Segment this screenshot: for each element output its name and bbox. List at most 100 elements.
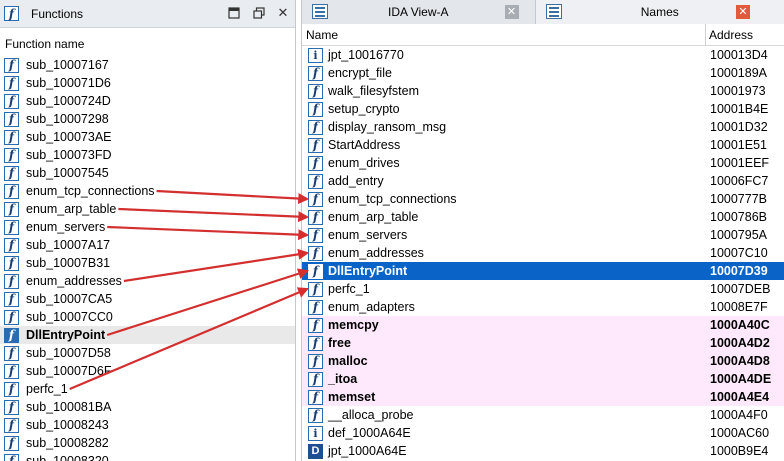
- function-list-item[interactable]: f sub_100081BA: [0, 398, 295, 416]
- float-icon[interactable]: [251, 5, 267, 21]
- names-list-row[interactable]: f memcpy 1000A40C: [302, 316, 784, 334]
- function-icon: f: [4, 345, 19, 361]
- function-name: sub_10007CA5: [26, 292, 113, 306]
- close-icon[interactable]: ✕: [275, 5, 291, 21]
- function-list-item[interactable]: f enum_servers: [0, 218, 295, 236]
- function-list-item[interactable]: f sub_100073AE: [0, 128, 295, 146]
- function-icon: f: [4, 327, 19, 343]
- function-list-item[interactable]: f enum_arp_table: [0, 200, 295, 218]
- names-row-address: 1000A4D8: [710, 354, 770, 368]
- names-list-row[interactable]: f enum_servers 1000795A: [302, 226, 784, 244]
- names-list-row[interactable]: f enum_arp_table 1000786B: [302, 208, 784, 226]
- names-list-row[interactable]: f enum_addresses 10007C10: [302, 244, 784, 262]
- names-list-row[interactable]: f add_entry 10006FC7: [302, 172, 784, 190]
- function-list-item[interactable]: f sub_10007D58: [0, 344, 295, 362]
- names-list-row[interactable]: Djpt_1000A64E 1000B9E4: [302, 442, 784, 460]
- window-restore-icon[interactable]: [226, 5, 242, 21]
- names-list-row[interactable]: f StartAddress 10001E51: [302, 136, 784, 154]
- names-table-header: Name Address: [302, 24, 784, 46]
- function-list-item[interactable]: f sub_10008243: [0, 416, 295, 434]
- function-list-item[interactable]: f sub_100073FD: [0, 146, 295, 164]
- names-row-address: 1000189A: [710, 66, 768, 80]
- names-row-address: 10007D39: [710, 264, 768, 278]
- names-list-row[interactable]: f display_ransom_msg 10001D32: [302, 118, 784, 136]
- function-name: sub_10008282: [26, 436, 109, 450]
- names-list-row[interactable]: f perfc_1 10007DEB: [302, 280, 784, 298]
- names-list-row[interactable]: i def_1000A64E 1000AC60: [302, 424, 784, 442]
- function-icon: f: [4, 165, 19, 181]
- function-icon: f: [308, 173, 323, 189]
- data-icon: D: [308, 443, 323, 459]
- function-list-item[interactable]: f sub_10007CA5: [0, 290, 295, 308]
- function-icon: f: [308, 209, 323, 225]
- function-icon: f: [4, 6, 19, 21]
- function-icon: f: [308, 353, 323, 369]
- function-list-item[interactable]: f sub_10007CC0: [0, 308, 295, 326]
- column-divider[interactable]: [705, 24, 706, 46]
- function-name: sub_10007A17: [26, 238, 111, 252]
- names-list-row[interactable]: f encrypt_file 1000189A: [302, 64, 784, 82]
- function-name: sub_100071D6: [26, 76, 111, 90]
- names-row-name: enum_arp_table: [328, 210, 419, 224]
- function-list-item[interactable]: f DllEntryPoint: [0, 326, 295, 344]
- names-row-name: setup_crypto: [328, 102, 400, 116]
- function-name: sub_10007D58: [26, 346, 111, 360]
- tab-names[interactable]: Names ✕: [535, 0, 784, 24]
- function-name: sub_10007D6F: [26, 364, 112, 378]
- names-list-row[interactable]: i jpt_10016770 100013D4: [302, 46, 784, 64]
- close-icon[interactable]: ✕: [504, 5, 519, 19]
- function-name-column-header[interactable]: Function name: [0, 28, 295, 56]
- function-list-item[interactable]: f sub_10007B31: [0, 254, 295, 272]
- close-icon[interactable]: ✕: [736, 5, 750, 19]
- function-icon: f: [4, 183, 19, 199]
- tab-ida-view-a[interactable]: IDA View-A ✕: [302, 0, 536, 24]
- function-name: sub_100073AE: [26, 130, 112, 144]
- function-name: DllEntryPoint: [26, 328, 106, 342]
- address-column-header[interactable]: Address: [709, 28, 753, 42]
- function-name: sub_10008243: [26, 418, 109, 432]
- names-list-row[interactable]: f memset 1000A4E4: [302, 388, 784, 406]
- names-row-address: 1000A4D2: [710, 336, 770, 350]
- name-column-header[interactable]: Name: [306, 28, 338, 42]
- function-list-item[interactable]: f sub_10008320: [0, 452, 295, 461]
- names-list-row[interactable]: f __alloca_probe 1000A4F0: [302, 406, 784, 424]
- function-icon: f: [4, 273, 19, 289]
- names-row-address: 10001E51: [710, 138, 768, 152]
- names-list-row[interactable]: f enum_tcp_connections 1000777B: [302, 190, 784, 208]
- function-name: enum_addresses: [26, 274, 122, 288]
- names-row-address: 1000A4DE: [710, 372, 772, 386]
- function-icon: f: [308, 119, 323, 135]
- tab-ida-view-a-label: IDA View-A: [388, 5, 449, 19]
- function-name: sub_100081BA: [26, 400, 112, 414]
- function-list-item[interactable]: f sub_10007167: [0, 56, 295, 74]
- function-list-item[interactable]: f sub_10007545: [0, 164, 295, 182]
- names-row-name: def_1000A64E: [328, 426, 411, 440]
- functions-panel-header: f Functions ✕: [0, 0, 295, 28]
- names-list-row[interactable]: f DllEntryPoint 10007D39: [302, 262, 784, 280]
- function-list-item[interactable]: f enum_addresses: [0, 272, 295, 290]
- function-list-item[interactable]: f perfc_1: [0, 380, 295, 398]
- names-list-row[interactable]: f _itoa 1000A4DE: [302, 370, 784, 388]
- function-name: sub_10007545: [26, 166, 109, 180]
- function-list-item[interactable]: f sub_10007A17: [0, 236, 295, 254]
- names-list-row[interactable]: f enum_drives 10001EEF: [302, 154, 784, 172]
- function-list-item[interactable]: f sub_10008282: [0, 434, 295, 452]
- tab-bar: IDA View-A ✕ Names ✕: [302, 0, 784, 24]
- names-row-address: 10007C10: [710, 246, 768, 260]
- function-list-item[interactable]: f enum_tcp_connections: [0, 182, 295, 200]
- function-list-item[interactable]: f sub_10007298: [0, 110, 295, 128]
- names-list-row[interactable]: f free 1000A4D2: [302, 334, 784, 352]
- function-list-item[interactable]: f sub_100071D6: [0, 74, 295, 92]
- function-icon: f: [308, 83, 323, 99]
- names-list-row[interactable]: f malloc 1000A4D8: [302, 352, 784, 370]
- names-row-name: jpt_1000A64E: [328, 444, 407, 458]
- function-list-item[interactable]: f sub_1000724D: [0, 92, 295, 110]
- function-icon: f: [4, 219, 19, 235]
- names-list-row[interactable]: f walk_filesyfstem 10001973: [302, 82, 784, 100]
- function-list-item[interactable]: f sub_10007D6F: [0, 362, 295, 380]
- names-list-row[interactable]: f enum_adapters 10008E7F: [302, 298, 784, 316]
- function-icon: f: [308, 137, 323, 153]
- names-list-row[interactable]: f setup_crypto 10001B4E: [302, 100, 784, 118]
- names-row-name: enum_drives: [328, 156, 400, 170]
- names-list: i jpt_10016770 100013D4 f encrypt_file 100018…: [302, 46, 784, 460]
